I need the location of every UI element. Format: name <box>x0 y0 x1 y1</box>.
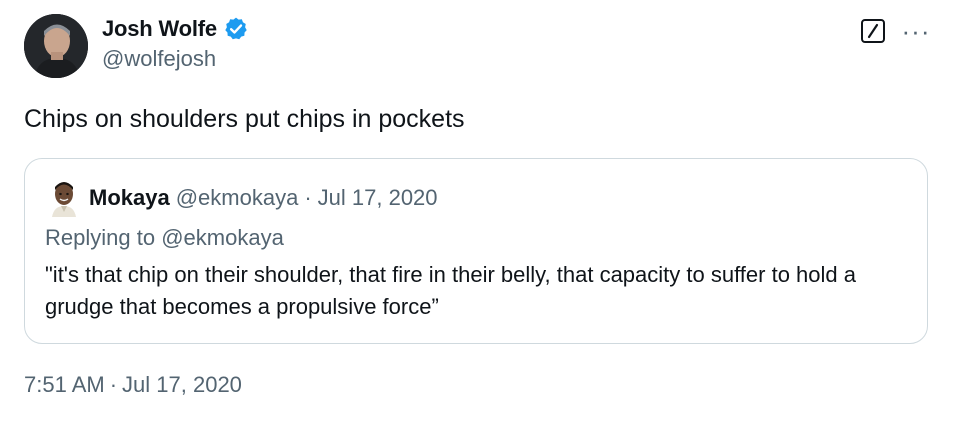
quoted-date-separator: · <box>304 185 312 210</box>
quoted-tweet-date[interactable]: Jul 17, 2020 <box>318 185 438 211</box>
tweet: Josh Wolfe @wolfejosh ··· Chips on shoul… <box>0 0 968 422</box>
grok-icon[interactable] <box>860 18 886 44</box>
replying-to: Replying to @ekmokaya <box>45 225 284 251</box>
author-display-name[interactable]: Josh Wolfe <box>102 16 217 42</box>
quoted-author-handle[interactable]: @ekmokaya <box>176 185 299 211</box>
author-avatar[interactable] <box>24 14 88 78</box>
tweet-time[interactable]: 7:51 AM <box>24 372 105 398</box>
tweet-text: Chips on shoulders put chips in pockets <box>24 105 465 133</box>
tweet-timestamp[interactable]: 7:51 AM · Jul 17, 2020 <box>24 372 242 398</box>
author-name-row: Josh Wolfe <box>102 14 249 44</box>
more-icon[interactable]: ··· <box>902 18 930 44</box>
quoted-author-name[interactable]: Mokaya <box>89 185 170 211</box>
author-handle[interactable]: @wolfejosh <box>102 46 249 72</box>
verified-badge-icon[interactable] <box>223 16 249 42</box>
quoted-tweet-text: "it's that chip on their shoulder, that … <box>45 262 856 319</box>
replying-to-handle[interactable]: @ekmokaya <box>161 225 284 250</box>
timestamp-separator: · <box>109 372 118 397</box>
replying-to-label: Replying to <box>45 225 156 250</box>
quoted-author-avatar[interactable] <box>47 179 81 217</box>
tweet-date[interactable]: Jul 17, 2020 <box>122 372 242 398</box>
top-actions: ··· <box>860 18 930 44</box>
quoted-tweet[interactable]: Mokaya @ekmokaya · Jul 17, 2020 Replying… <box>24 158 928 344</box>
author-info: Josh Wolfe @wolfejosh <box>102 14 249 72</box>
quoted-tweet-header: Mokaya @ekmokaya · Jul 17, 2020 <box>47 179 438 217</box>
